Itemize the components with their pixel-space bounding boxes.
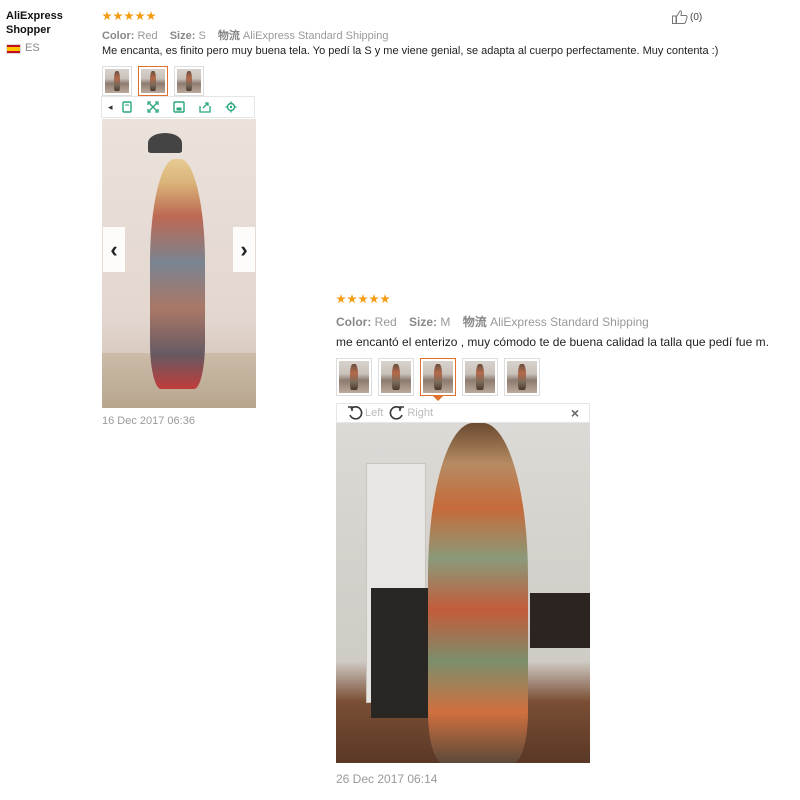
- chevron-right-icon: ›: [240, 236, 248, 262]
- like-button[interactable]: (0): [672, 10, 702, 24]
- color-label: Color:: [102, 30, 135, 42]
- color-value: Red: [137, 30, 158, 42]
- color-value: Red: [374, 315, 397, 329]
- review1-thumbnail-2[interactable]: [138, 66, 168, 96]
- review1-thumbnails: [102, 66, 204, 96]
- save-icon[interactable]: [171, 99, 187, 115]
- reviewer-name: AliExpress Shopper: [6, 9, 86, 37]
- rotate-right-label: Right: [407, 407, 434, 419]
- rotate-left-label: Left: [365, 407, 384, 419]
- review2-date: 26 Dec 2017 06:14: [336, 772, 438, 786]
- rotate-left-button[interactable]: Left: [347, 405, 383, 421]
- next-image-button[interactable]: ›: [233, 227, 255, 272]
- review2-thumbnails: [336, 358, 540, 401]
- color-label: Color:: [336, 315, 372, 329]
- close-icon[interactable]: ×: [571, 405, 579, 421]
- review1-image-toolbar: ◂: [101, 96, 255, 118]
- size-label: Size:: [169, 30, 196, 42]
- review1-thumbnail-3[interactable]: [174, 66, 204, 96]
- review2-meta: Color: Red Size: M 物流 AliExpress Standar…: [336, 313, 658, 330]
- star-icon: [146, 11, 156, 21]
- star-icon: [358, 294, 368, 304]
- star-icon: [380, 294, 390, 304]
- rotate-right-button[interactable]: Right: [389, 405, 433, 421]
- share-icon[interactable]: [197, 99, 213, 115]
- like-count: (0): [690, 11, 703, 23]
- review2-photo[interactable]: [336, 423, 590, 763]
- review1-rating-stars: [102, 11, 156, 21]
- size-label: Size:: [409, 315, 438, 329]
- previous-image-button[interactable]: ‹: [103, 227, 125, 272]
- reviewer-country: ES: [25, 42, 40, 54]
- review2-thumbnail-4[interactable]: [462, 358, 498, 396]
- star-icon: [113, 11, 123, 21]
- review2-thumbnail-1[interactable]: [336, 358, 372, 396]
- star-icon: [135, 11, 145, 21]
- review1-meta: Color: Red Size: S 物流 AliExpress Standar…: [102, 27, 397, 43]
- settings-icon[interactable]: [223, 99, 239, 115]
- size-value: M: [440, 315, 451, 329]
- star-icon: [369, 294, 379, 304]
- shipping-value: AliExpress Standard Shipping: [242, 30, 389, 42]
- reviewer-name-line2: Shopper: [6, 24, 51, 36]
- review1-thumbnail-1[interactable]: [102, 66, 132, 96]
- review2-rating-stars: [336, 294, 390, 304]
- caret-icon: ◂: [108, 101, 113, 112]
- shipping-value: AliExpress Standard Shipping: [490, 315, 649, 329]
- thumbs-up-icon: [672, 10, 688, 24]
- review2-text: me encantó el enterizo , muy cómodo te d…: [336, 335, 769, 349]
- shipping-label: 物流: [462, 315, 487, 329]
- chevron-left-icon: ‹: [110, 236, 118, 262]
- rotate-left-icon: [348, 406, 363, 420]
- copy-icon[interactable]: [119, 99, 135, 115]
- star-icon: [102, 11, 112, 21]
- star-icon: [336, 294, 346, 304]
- fullscreen-icon[interactable]: [145, 99, 161, 115]
- star-icon: [124, 11, 134, 21]
- spain-flag-icon: [6, 44, 21, 54]
- review2-thumbnail-3[interactable]: [420, 358, 456, 401]
- review2-thumbnail-2[interactable]: [378, 358, 414, 396]
- reviewer-name-line1: AliExpress: [6, 10, 63, 22]
- review2-thumbnail-5[interactable]: [504, 358, 540, 396]
- shipping-label: 物流: [217, 30, 240, 42]
- review1-date: 16 Dec 2017 06:36: [102, 415, 195, 427]
- rotate-right-icon: [390, 406, 405, 420]
- star-icon: [347, 294, 357, 304]
- size-value: S: [198, 30, 206, 42]
- review1-text: Me encanta, es finito pero muy buena tel…: [102, 45, 719, 57]
- review2-image-toolbar: Left Right ×: [336, 403, 590, 423]
